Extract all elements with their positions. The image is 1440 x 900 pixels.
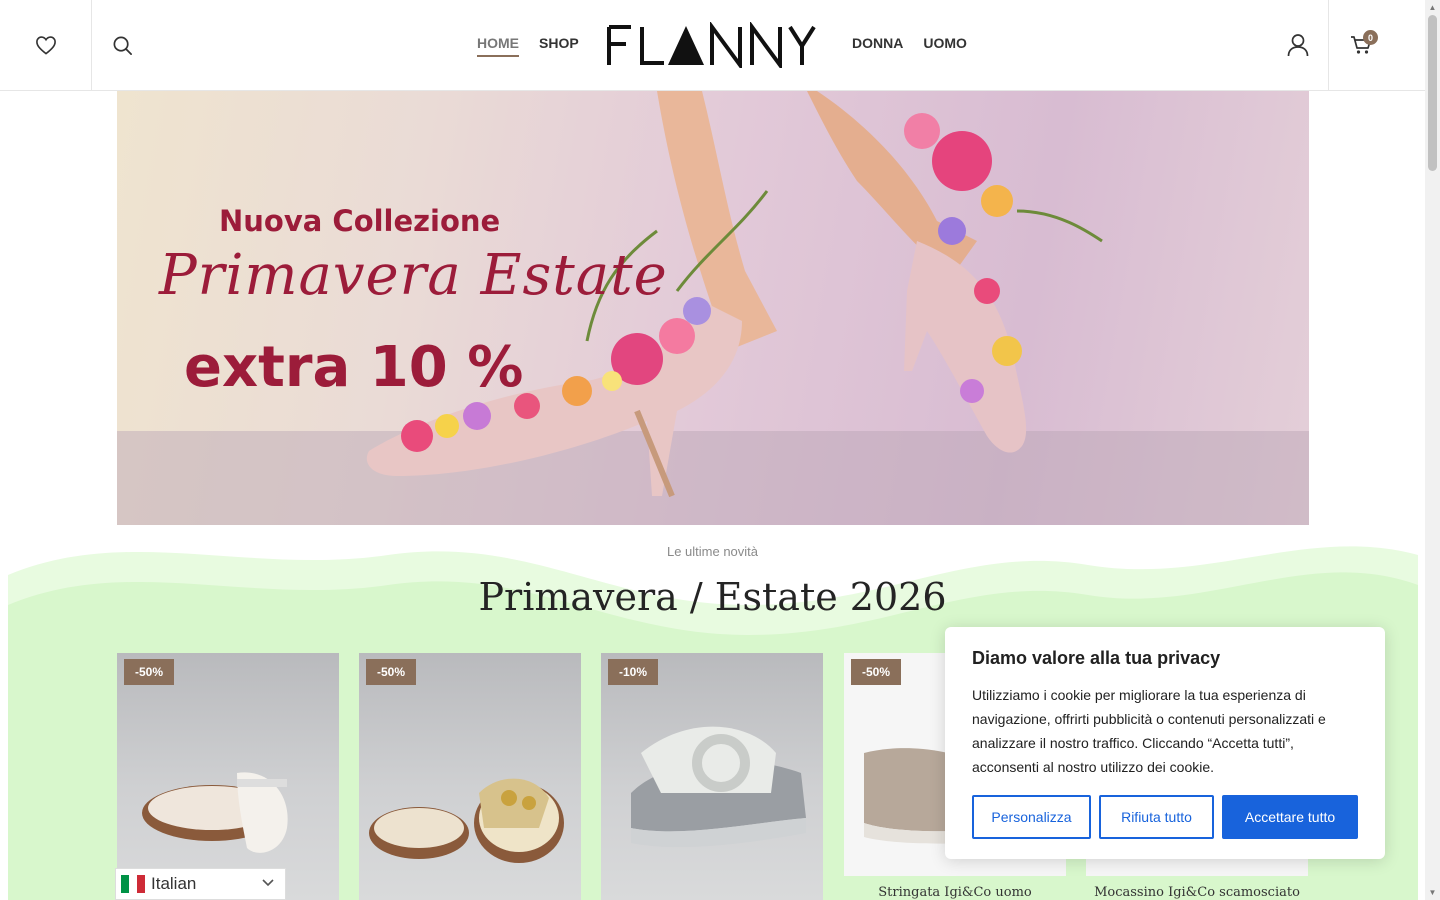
site-logo[interactable]	[606, 20, 818, 72]
nav-uomo[interactable]: UOMO	[923, 35, 967, 55]
user-icon	[1287, 34, 1309, 57]
chevron-down-icon	[261, 875, 275, 892]
heart-icon	[35, 36, 56, 55]
search-button[interactable]	[108, 31, 136, 59]
main-nav-right: DONNA UOMO	[852, 35, 967, 55]
site-header: HOME SHOP DONNA UOMO 0	[0, 0, 1425, 91]
section-subtitle: Le ultime novità	[666, 544, 759, 559]
wishlist-button[interactable]	[0, 0, 92, 90]
page-scrollbar[interactable]: ▲ ▼	[1425, 0, 1440, 900]
cookie-consent-banner: Diamo valore alla tua privacy Utilizziam…	[945, 627, 1385, 859]
discount-badge: -50%	[366, 659, 417, 685]
language-label: Italian	[151, 874, 197, 893]
scroll-up-arrow-icon[interactable]: ▲	[1425, 0, 1440, 15]
customize-button[interactable]: Personalizza	[972, 795, 1091, 839]
nav-shop[interactable]: SHOP	[539, 35, 579, 57]
reject-all-button[interactable]: Rifiuta tutto	[1099, 795, 1214, 839]
hero-banner[interactable]: Nuova Collezione Primavera Estate extra …	[117, 91, 1309, 525]
cookie-buttons: Personalizza Rifiuta tutto Accettare tut…	[972, 795, 1358, 839]
discount-badge: -50%	[124, 659, 175, 685]
section-title: Primavera / Estate 2026	[478, 575, 947, 619]
product-card[interactable]: -10%	[601, 653, 823, 900]
cookie-text: Utilizziamo i cookie per migliorare la t…	[972, 687, 1326, 775]
cart-count-badge: 0	[1363, 30, 1378, 45]
discount-badge: -10%	[608, 659, 659, 685]
scroll-down-arrow-icon[interactable]: ▼	[1425, 885, 1440, 900]
search-icon	[113, 36, 132, 55]
product-title[interactable]: Stringata Igi&Co uomo	[844, 885, 1066, 900]
cart-area: 0	[1328, 0, 1425, 90]
language-selector[interactable]: Italian	[115, 868, 286, 900]
account-button[interactable]	[1284, 31, 1312, 59]
product-title[interactable]: Mocassino Igi&Co scamosciato	[1086, 885, 1308, 900]
sandal-illustration	[369, 778, 564, 863]
wedge-sandal-illustration	[631, 726, 806, 848]
hero-line-3: extra 10 %	[184, 335, 524, 400]
page: HOME SHOP DONNA UOMO 0 Nuova Collezione …	[0, 0, 1440, 900]
product-card[interactable]: -50%	[117, 653, 339, 900]
cookie-title: Diamo valore alla tua privacy	[972, 648, 1221, 668]
product-card[interactable]: -50%	[359, 653, 581, 900]
accept-all-button[interactable]: Accettare tutto	[1222, 795, 1358, 839]
sandal-illustration	[142, 772, 288, 853]
main-nav-left: HOME SHOP	[477, 35, 579, 57]
italy-flag-icon	[121, 875, 145, 893]
scrollbar-thumb[interactable]	[1428, 15, 1437, 171]
hero-shoes-illustration	[117, 91, 1309, 525]
nav-donna[interactable]: DONNA	[852, 35, 903, 55]
discount-badge: -50%	[851, 659, 902, 685]
hero-line-2: Primavera Estate	[159, 243, 668, 308]
hero-line-1: Nuova Collezione	[219, 204, 501, 238]
nav-home[interactable]: HOME	[477, 35, 519, 57]
